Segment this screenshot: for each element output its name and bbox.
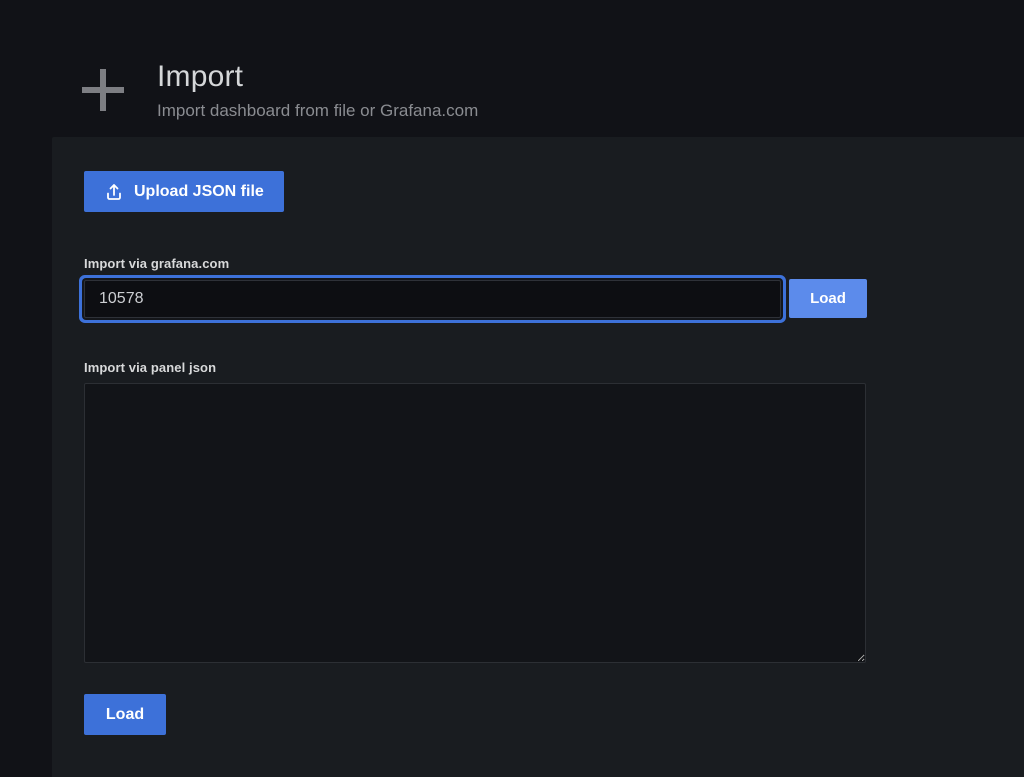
panel-json-field-label: Import via panel json	[84, 360, 1024, 375]
upload-icon	[104, 182, 124, 202]
panel-json-load-button[interactable]: Load	[84, 694, 166, 735]
upload-button-label: Upload JSON file	[134, 183, 264, 201]
panel-json-textarea[interactable]	[84, 383, 866, 663]
import-panel: Upload JSON file Import via grafana.com …	[52, 137, 1024, 777]
gcom-row: Load	[84, 279, 1024, 318]
page-header: Import Import dashboard from file or Gra…	[0, 0, 1024, 137]
plus-icon	[82, 69, 124, 111]
gcom-load-button[interactable]: Load	[789, 279, 867, 318]
gcom-dashboard-id-input[interactable]	[84, 280, 781, 318]
upload-json-file-button[interactable]: Upload JSON file	[84, 171, 284, 212]
gcom-field-label: Import via grafana.com	[84, 256, 1024, 271]
page-heading-group: Import Import dashboard from file or Gra…	[157, 59, 478, 121]
page-subtitle: Import dashboard from file or Grafana.co…	[157, 101, 478, 121]
page-title: Import	[157, 59, 478, 95]
